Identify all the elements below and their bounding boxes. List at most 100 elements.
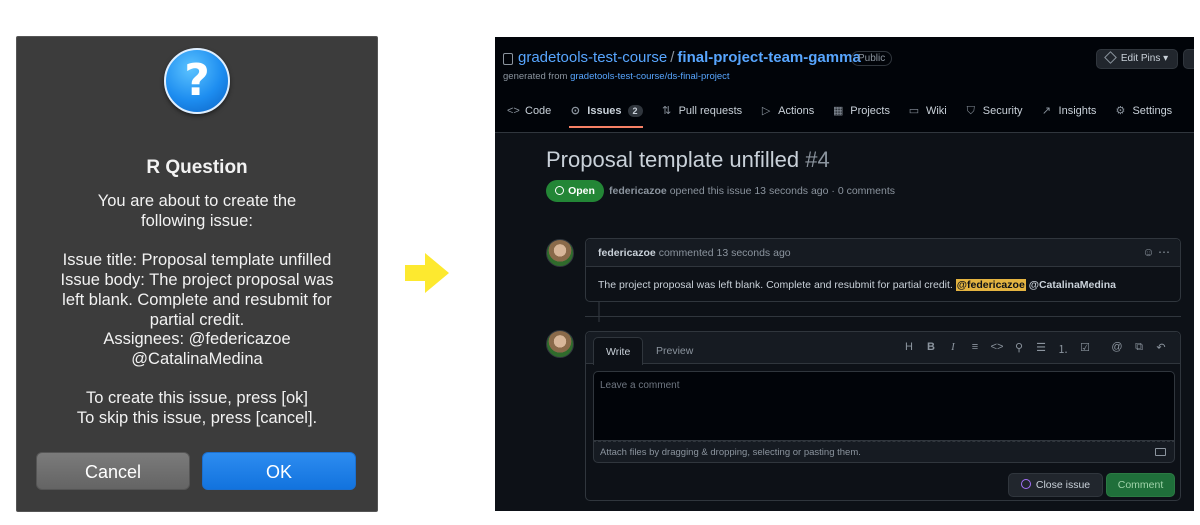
tab-code[interactable]: <> Code [507, 105, 551, 117]
comment-button[interactable]: Comment [1106, 473, 1175, 497]
issue-meta: federicazoe opened this issue 13 seconds… [609, 185, 895, 197]
ordered-list-icon[interactable]: ⒈ [1052, 341, 1074, 357]
cancel-button[interactable]: Cancel [36, 452, 190, 490]
tab-security[interactable]: ⛉ Security [965, 105, 1023, 117]
issue-author-link[interactable]: federicazoe [609, 185, 667, 197]
link-icon[interactable]: ⚲ [1008, 341, 1030, 357]
dialog-message-line: Issue body: The project proposal was [60, 271, 334, 289]
avatar[interactable] [546, 239, 574, 267]
markdown-icon [1155, 448, 1166, 456]
attach-hint: Attach files by dragging & dropping, sel… [600, 447, 861, 458]
attach-files-area[interactable]: Attach files by dragging & dropping, sel… [593, 441, 1175, 463]
dialog-message-line: partial credit. [149, 311, 245, 329]
gear-icon: ⚙ [1115, 105, 1126, 117]
heading-icon[interactable]: H [898, 341, 920, 357]
pin-icon [1103, 51, 1117, 64]
dialog-message-line: Assignees: @federicazoe [103, 330, 291, 348]
table-icon: ▦ [833, 105, 844, 117]
repo-tabs: <> Code ⊙ Issues 2 ⇅ Pull requests ▷ Actions … [507, 105, 1190, 128]
dialog-message-line: To skip this issue, press [cancel]. [76, 409, 318, 427]
comment-tools: ☺ ⋯ [1142, 245, 1170, 259]
canvas: ? R Question You are about to create the… [0, 0, 1200, 525]
generated-from: generated from gradetools-test-course/ds… [503, 71, 730, 82]
tab-wiki[interactable]: ▭ Wiki [908, 105, 947, 117]
tab-projects[interactable]: ▦ Projects [832, 105, 890, 117]
repo-breadcrumb: gradetools-test-course / final-project-tea… [518, 49, 861, 66]
quote-icon[interactable]: ≡ [964, 341, 986, 357]
issue-title-text: Proposal template unfilled [546, 147, 800, 172]
tab-label: Wiki [925, 105, 947, 117]
tab-label: Issues [587, 105, 622, 117]
unordered-list-icon[interactable]: ☰ [1030, 341, 1052, 357]
markdown-toolbar: H B I ≡ <> ⚲ ☰ ⒈ ☑ @ ⧉ ↶ [898, 341, 1172, 357]
emoji-reaction-icon[interactable]: ☺ [1142, 245, 1154, 259]
mention-link[interactable]: @federicazoe [955, 279, 1026, 291]
breadcrumb-separator: / [670, 49, 675, 66]
dialog-message-line: Issue title: Proposal template unfilled [62, 251, 332, 269]
tab-label: Settings [1132, 105, 1173, 117]
comment-meta: commented 13 seconds ago [658, 247, 791, 259]
template-repo-link[interactable]: gradetools-test-course/ds-final-project [570, 71, 729, 82]
reference-icon[interactable]: ⧉ [1128, 341, 1150, 357]
issue-title: Proposal template unfilled #4 [546, 147, 830, 173]
edit-pins-label: Edit Pins [1120, 53, 1161, 64]
comment-placeholder: Leave a comment [600, 380, 680, 391]
mention-icon[interactable]: @ [1106, 341, 1128, 357]
timeline-connector [598, 302, 600, 322]
tab-label: Insights [1058, 105, 1097, 117]
avatar[interactable] [546, 330, 574, 358]
tab-pull-requests[interactable]: ⇅ Pull requests [661, 105, 743, 117]
comment-textarea[interactable]: Leave a comment [593, 371, 1175, 441]
arrow-right-icon [405, 253, 449, 293]
close-issue-button[interactable]: Close issue [1008, 473, 1103, 497]
status-label: Open [568, 185, 595, 197]
repo-owner-link[interactable]: gradetools-test-course [518, 49, 667, 66]
comment-header: federicazoe commented 13 seconds ago ☺ ⋯ [586, 239, 1180, 267]
comment-text: The project proposal was left blank. Com… [598, 279, 953, 291]
dialog-message-line: left blank. Complete and resubmit for [62, 291, 332, 309]
task-list-icon[interactable]: ☑ [1074, 341, 1096, 357]
mention-link[interactable]: @CatalinaMedina [1029, 279, 1116, 291]
tab-label: Actions [778, 105, 815, 117]
comment-body: The project proposal was left blank. Com… [586, 267, 1180, 303]
dialog-title: R Question [146, 157, 248, 178]
tab-preview[interactable]: Preview [644, 337, 705, 365]
tab-actions[interactable]: ▷ Actions [760, 105, 814, 117]
comment-author-link[interactable]: federicazoe [598, 247, 656, 259]
issue-meta-text: opened this issue 13 seconds ago · 0 com… [669, 185, 896, 197]
reply-icon[interactable]: ↶ [1150, 341, 1172, 357]
bold-icon[interactable]: B [920, 341, 942, 357]
question-icon: ? [164, 48, 230, 114]
issue-count-badge: 2 [627, 105, 643, 117]
tab-insights[interactable]: ↗ Insights [1041, 105, 1097, 117]
shield-icon: ⛉ [966, 105, 975, 117]
tab-write[interactable]: Write [593, 337, 644, 365]
dialog-message-line: You are about to create the [97, 192, 297, 210]
graph-icon: ↗ [1041, 105, 1052, 117]
more-options-icon[interactable]: ⋯ [1158, 245, 1170, 259]
tab-issues[interactable]: ⊙ Issues 2 [569, 105, 643, 128]
code-icon[interactable]: <> [986, 341, 1008, 357]
ok-button[interactable]: OK [202, 452, 356, 490]
close-issue-label: Close issue [1035, 479, 1091, 491]
dialog-message-line: To create this issue, press [ok] [86, 389, 308, 407]
code-icon: <> [507, 105, 520, 117]
issue-closed-icon [1020, 479, 1031, 489]
comment-editor: Write Preview H B I ≡ <> ⚲ ☰ ⒈ ☑ @ ⧉ ↶ L… [585, 331, 1181, 501]
issue-number: #4 [805, 147, 830, 172]
watch-button[interactable] [1183, 49, 1194, 69]
tab-settings[interactable]: ⚙ Settings [1114, 105, 1173, 117]
dialog-message-line: following issue: [141, 212, 253, 230]
dialog-message-line: @CatalinaMedina [131, 350, 263, 368]
italic-icon[interactable]: I [942, 341, 964, 357]
edit-pins-button[interactable]: Edit Pins ▾ [1096, 49, 1178, 69]
repo-header: gradetools-test-course / final-project-tea… [495, 37, 1194, 133]
issue-icon: ⊙ [570, 105, 580, 117]
editor-tabs: Write Preview H B I ≡ <> ⚲ ☰ ⒈ ☑ @ ⧉ ↶ [586, 332, 1180, 365]
timeline-divider [585, 316, 1181, 317]
tab-label: Pull requests [678, 105, 743, 117]
tab-label: Projects [850, 105, 890, 117]
chevron-down-icon: ▾ [1163, 53, 1169, 64]
tab-label: Code [525, 105, 552, 117]
repo-name-link[interactable]: final-project-team-gamma [677, 49, 860, 66]
